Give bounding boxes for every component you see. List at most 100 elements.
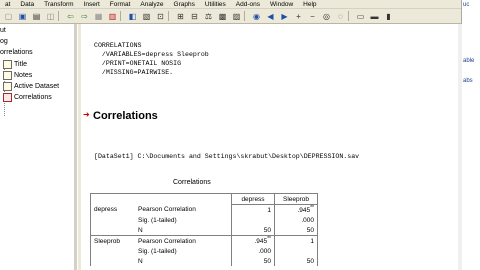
promote-icon[interactable]: ◀ [264,10,277,22]
insert-title-icon[interactable]: ▬ [368,10,381,22]
menu-item[interactable]: Add-ons [231,1,265,8]
cell-value: 50 [231,256,275,266]
menu-item[interactable]: Insert [79,1,105,8]
split-file-icon[interactable]: ⊟ [188,10,201,22]
row-statistic: Pearson Correlation [138,206,196,214]
table-row: Sig. (1-tailed) .000 [90,246,318,256]
goto-case-icon[interactable]: ◧ [126,10,139,22]
outline-item-notes[interactable]: Notes [3,71,32,80]
forward-icon[interactable]: ⇨ [78,10,91,22]
preview-icon[interactable]: ◫ [44,10,57,22]
col-header: Sleeprob [274,193,318,205]
output-viewer: CORRELATIONS /VARIABLES=depress Sleeprob… [78,24,458,270]
cell-value: 1 [231,204,275,215]
value-labels-icon[interactable]: ▨ [230,10,243,22]
row-variable [90,246,135,256]
menu-item[interactable]: Utilities [200,1,231,8]
menu-item[interactable]: Analyze [135,1,168,8]
col-header: depress [231,193,275,205]
cell-value: 50 [231,225,275,236]
insert-cases-icon[interactable]: ⊞ [174,10,187,22]
variables-icon[interactable]: ▧ [140,10,153,22]
outline-item-label: Active Dataset [14,83,60,90]
collapse-icon[interactable]: − [306,10,319,22]
back-icon[interactable]: ⇦ [64,10,77,22]
table-title: Correlations [173,179,211,186]
syntax-log: CORRELATIONS /VARIABLES=depress Sleeprob… [94,42,209,76]
cell-value: 50 [274,225,318,236]
goto-data-icon[interactable]: ▦ [92,10,105,22]
menu-item[interactable]: at [0,1,15,8]
row-variable [90,215,135,225]
outline-item-label: Notes [14,72,33,79]
outline-item-label: orrelations [0,49,33,56]
row-statistic: Sig. (1-tailed) [138,247,177,255]
row-statistic: N [135,225,232,236]
toolbar-separator [120,11,125,21]
strip-label: able [463,58,475,64]
outline-item-correlations-group[interactable]: orrelations [0,49,33,56]
toolbar-separator [244,11,249,21]
cell-value: .000 [231,246,275,256]
open-icon[interactable]: ▢ [2,10,15,22]
menu-item[interactable]: Graphs [169,1,200,8]
vertical-scrollbar[interactable] [458,24,462,270]
table-icon [3,93,12,102]
demote-icon[interactable]: ▶ [278,10,291,22]
outline-item-log[interactable]: og [0,38,8,45]
outline-item-label: ut [0,27,6,34]
outline-item-label: og [0,38,8,45]
toolbar-separator [168,11,173,21]
hide-icon[interactable]: ◌ [334,10,347,22]
menu-item[interactable]: Format [105,1,136,8]
cell-value: 1 [274,235,318,246]
outline-item-title[interactable]: Title [3,60,27,69]
insert-text-icon[interactable]: ▮ [382,10,395,22]
cell-value: .000 [274,215,318,225]
strip-label: uc [463,2,470,8]
strip-label: abs [463,78,473,84]
menu-item[interactable]: Data [15,1,39,8]
menu-item[interactable]: Window [265,1,298,8]
table-row: Sig. (1-tailed) .000 [90,215,318,225]
select-cases-icon[interactable]: ▩ [216,10,229,22]
menu-item[interactable]: Help [298,1,321,8]
insert-heading-icon[interactable]: ▭ [354,10,367,22]
chart-icon[interactable]: ▥ [106,10,119,22]
document-icon [3,60,12,69]
table-header-row: depress Sleeprob [90,193,318,205]
menu-bar: at Data Transform Insert Format Analyze Graphs… [0,0,480,9]
weight-cases-icon[interactable]: ⚖ [202,10,215,22]
dataset-path: [DataSet1] C:\Documents and Settings\skr… [94,153,360,160]
toolbar: ▢ ▣ ▤ ◫ ⇦ ⇨ ▦ ▥ ◧ ▧ ⊡ ⊞ ⊟ ⚖ ▩ ▨ ◉ ◀ ▶ + … [0,9,464,24]
find-icon[interactable]: ⊡ [154,10,167,22]
cell-value [231,215,275,225]
table-row: N 50 50 [90,256,318,266]
show-icon[interactable]: ◎ [320,10,333,22]
row-statistic: Sig. (1-tailed) [138,216,177,224]
menu-item[interactable]: Transform [39,1,78,8]
outline-pane: ut og orrelations Title Notes Active Dat… [0,24,77,270]
outline-item-output[interactable]: ut [0,27,6,34]
dataset-icon [3,82,12,91]
corner-cell [135,193,232,205]
cell-value: 50 [274,256,318,266]
row-variable: depress [90,204,135,215]
row-statistic: N [138,257,143,265]
designate-window-icon[interactable]: ◉ [250,10,263,22]
correlations-table[interactable]: depress Sleeprob depress Pearson Correla… [90,193,318,266]
print-icon[interactable]: ▤ [30,10,43,22]
row-variable [90,225,135,236]
save-icon[interactable]: ▣ [16,10,29,22]
output-heading[interactable]: Correlations [93,110,158,122]
outline-item-correlations-table[interactable]: Correlations [3,93,52,102]
row-variable [90,256,135,266]
expand-icon[interactable]: + [292,10,305,22]
table-row: depress Pearson Correlation 1 .945** [90,204,318,215]
background-window-strip: uc able abs [461,0,480,270]
outline-item-active-dataset[interactable]: Active Dataset [3,82,59,91]
row-statistic: Pearson Correlation [138,237,196,245]
toolbar-separator [348,11,353,21]
cell-value: .945** [231,235,275,246]
corner-cell [90,193,135,205]
